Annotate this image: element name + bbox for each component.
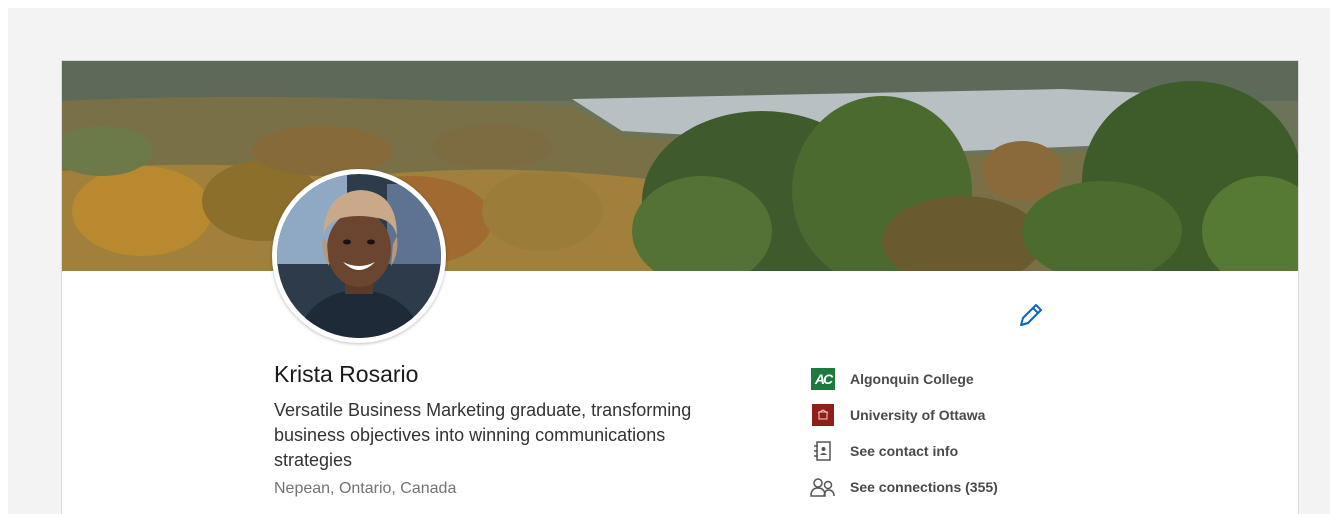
connections-icon — [810, 475, 836, 499]
university-of-ottawa-logo — [810, 403, 836, 427]
contact-card-icon — [810, 439, 836, 463]
see-contact-info-link[interactable]: See contact info — [810, 433, 1070, 469]
pencil-icon — [1015, 304, 1045, 335]
profile-card: Krista Rosario Versatile Business Market… — [61, 60, 1299, 514]
profile-sidebar-links: AC Algonquin College University of Ottaw… — [810, 361, 1070, 505]
sidebar-item-label: Algonquin College — [850, 371, 974, 387]
see-connections-link[interactable]: See connections (355) — [810, 469, 1070, 505]
education-algonquin-college[interactable]: AC Algonquin College — [810, 361, 1070, 397]
profile-location: Nepean, Ontario, Canada — [274, 480, 457, 497]
sidebar-item-label: See connections (355) — [850, 479, 998, 495]
page-background: Krista Rosario Versatile Business Market… — [8, 8, 1330, 514]
sidebar-item-label: University of Ottawa — [850, 407, 986, 423]
algonquin-college-logo: AC — [810, 367, 836, 391]
profile-name: Krista Rosario — [274, 361, 419, 387]
profile-headline: Versatile Business Marketing graduate, t… — [274, 400, 692, 470]
education-university-of-ottawa[interactable]: University of Ottawa — [810, 397, 1070, 433]
edit-profile-button[interactable] — [1015, 301, 1045, 331]
background-banner-image — [62, 61, 1298, 271]
sidebar-item-label: See contact info — [850, 443, 959, 459]
profile-photo[interactable] — [272, 169, 446, 343]
